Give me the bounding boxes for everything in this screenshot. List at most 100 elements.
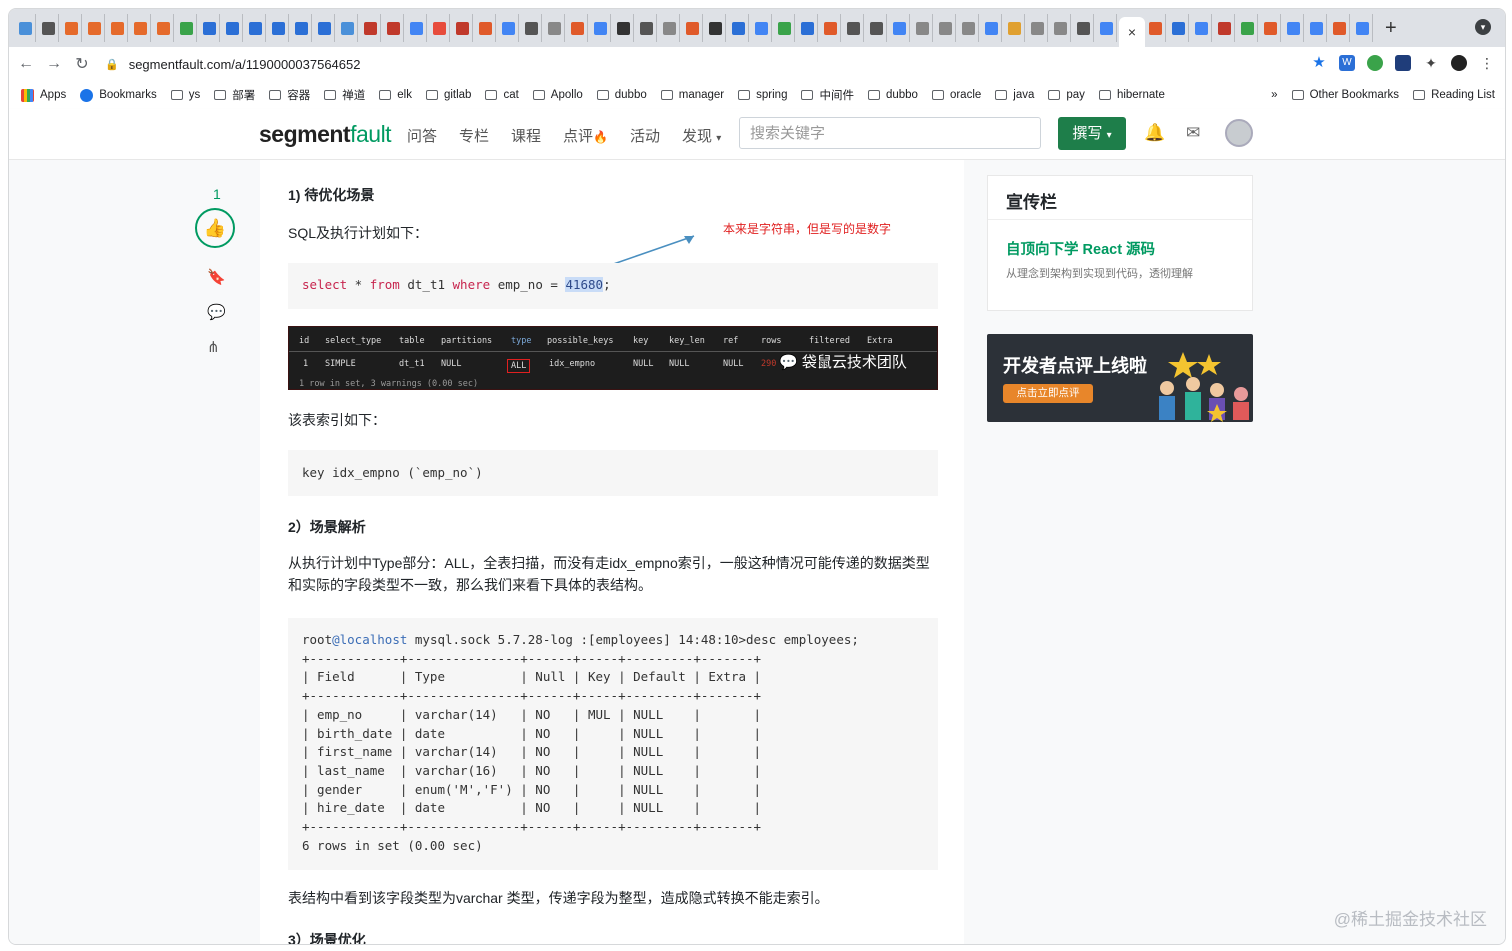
browser-tab[interactable] (498, 14, 519, 42)
browser-tab[interactable] (1306, 14, 1327, 42)
reading-list[interactable]: Reading List (1413, 89, 1495, 101)
bookmarks-overflow-icon[interactable]: » (1271, 89, 1277, 101)
search-input[interactable]: 搜索关键字 (739, 117, 1041, 149)
browser-tab[interactable] (291, 14, 312, 42)
browser-tab[interactable] (1260, 14, 1281, 42)
browser-tab[interactable] (475, 14, 496, 42)
browser-tab[interactable] (820, 14, 841, 42)
close-tab-icon[interactable]: × (1128, 24, 1136, 40)
browser-tab[interactable] (1214, 14, 1235, 42)
browser-tab[interactable] (774, 14, 795, 42)
mail-icon[interactable]: ✉ (1186, 123, 1200, 143)
menu-dots-icon[interactable]: ⋮ (1479, 55, 1495, 71)
bookmark-item[interactable]: 禅道 (324, 87, 365, 103)
bookmark-item[interactable]: oracle (931, 89, 981, 101)
bookmark-item[interactable]: hibernate (1098, 89, 1165, 101)
browser-tab[interactable] (1004, 14, 1025, 42)
bookmark-item[interactable]: elk (379, 89, 412, 101)
browser-tab[interactable] (682, 14, 703, 42)
profile-avatar[interactable] (1451, 55, 1467, 71)
star-icon[interactable]: ★ (1311, 55, 1327, 71)
extension-evernote-icon[interactable] (1367, 55, 1383, 71)
bookmark-item[interactable]: spring (738, 89, 787, 101)
browser-tab[interactable] (107, 14, 128, 42)
browser-tab[interactable] (153, 14, 174, 42)
browser-tab[interactable] (1050, 14, 1071, 42)
browser-tab[interactable] (590, 14, 611, 42)
write-button[interactable]: 撰写 ▾ (1058, 117, 1126, 150)
active-tab[interactable]: × (1119, 17, 1145, 47)
share-icon[interactable]: ⋔ (207, 338, 220, 356)
browser-tab[interactable] (1329, 14, 1350, 42)
tab-search-icon[interactable]: ▾ (1475, 19, 1491, 35)
user-avatar[interactable] (1225, 119, 1253, 147)
browser-tab[interactable] (912, 14, 933, 42)
browser-tab[interactable] (521, 14, 542, 42)
browser-tab[interactable] (383, 14, 404, 42)
browser-tab[interactable] (61, 14, 82, 42)
browser-tab[interactable] (314, 14, 335, 42)
browser-tab[interactable] (1237, 14, 1258, 42)
browser-tab[interactable] (1145, 14, 1166, 42)
browser-tab[interactable] (84, 14, 105, 42)
browser-tab[interactable] (1096, 14, 1117, 42)
bookmark-item[interactable]: dubbo (596, 89, 647, 101)
extension-clipboard-icon[interactable] (1395, 55, 1411, 71)
browser-tab[interactable] (245, 14, 266, 42)
reload-icon[interactable]: ↻ (71, 54, 93, 74)
browser-tab[interactable] (843, 14, 864, 42)
bookmark-item[interactable]: 中间件 (801, 87, 854, 103)
browser-tab[interactable] (429, 14, 450, 42)
browser-tab[interactable] (360, 14, 381, 42)
browser-tab[interactable] (1168, 14, 1189, 42)
browser-tab[interactable] (1283, 14, 1304, 42)
browser-tab[interactable] (222, 14, 243, 42)
comment-icon[interactable]: 💬 (207, 303, 226, 321)
browser-tab[interactable] (1191, 14, 1212, 42)
bookmark-item[interactable]: java (995, 89, 1034, 101)
browser-tab[interactable] (705, 14, 726, 42)
browser-tab[interactable] (797, 14, 818, 42)
browser-tab[interactable] (406, 14, 427, 42)
bookmark-item[interactable]: cat (485, 89, 519, 101)
browser-tab[interactable] (176, 14, 197, 42)
address-bar[interactable]: 🔒 segmentfault.com/a/1190000037564652 (105, 51, 1305, 77)
bookmark-item[interactable]: Bookmarks (80, 88, 157, 102)
browser-tab[interactable] (958, 14, 979, 42)
forward-icon[interactable]: → (43, 55, 65, 73)
browser-tab[interactable] (268, 14, 289, 42)
bookmark-item[interactable]: dubbo (867, 89, 918, 101)
promo-link[interactable]: 自顶向下学 React 源码 (1006, 238, 1155, 259)
nav-qa[interactable]: 问答 (407, 125, 437, 146)
browser-tab[interactable] (1073, 14, 1094, 42)
browser-tab[interactable] (889, 14, 910, 42)
thumbs-up-icon[interactable]: 👍 (195, 208, 235, 248)
browser-tab[interactable] (728, 14, 749, 42)
nav-column[interactable]: 专栏 (459, 125, 489, 146)
new-tab-button[interactable]: + (1385, 17, 1397, 40)
back-icon[interactable]: ← (15, 55, 37, 73)
browser-tab[interactable] (567, 14, 588, 42)
bell-icon[interactable]: 🔔 (1144, 123, 1165, 143)
bookmark-item[interactable]: Apps (21, 88, 66, 102)
extensions-puzzle-icon[interactable]: ✦ (1423, 55, 1439, 71)
browser-tab[interactable] (751, 14, 772, 42)
browser-tab[interactable] (866, 14, 887, 42)
browser-tab[interactable] (15, 14, 36, 42)
browser-tab[interactable] (1027, 14, 1048, 42)
review-banner[interactable]: 开发者点评上线啦 点击立即点评 (987, 334, 1253, 422)
browser-tab[interactable] (935, 14, 956, 42)
browser-tab[interactable] (544, 14, 565, 42)
bookmark-item[interactable]: pay (1048, 89, 1085, 101)
browser-tab[interactable] (613, 14, 634, 42)
browser-tab[interactable] (636, 14, 657, 42)
other-bookmarks[interactable]: Other Bookmarks (1291, 89, 1399, 101)
nav-event[interactable]: 活动 (630, 125, 660, 146)
site-logo[interactable]: segmentfault (259, 121, 392, 148)
browser-tab[interactable] (1352, 14, 1373, 42)
browser-tab[interactable] (659, 14, 680, 42)
bookmark-item[interactable]: gitlab (425, 89, 471, 101)
browser-tab[interactable] (38, 14, 59, 42)
bookmark-item[interactable]: Apollo (532, 89, 583, 101)
browser-tab[interactable] (130, 14, 151, 42)
